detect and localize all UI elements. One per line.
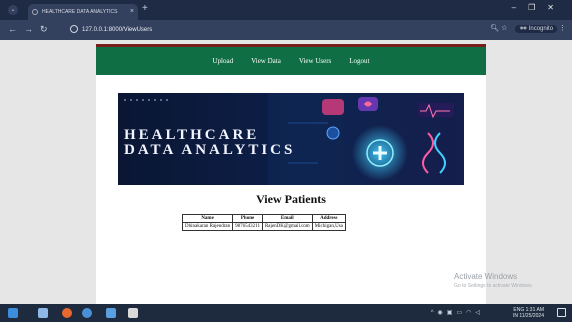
column-header-address: Address — [311, 214, 346, 223]
column-header-email: Email — [261, 214, 313, 223]
firefox-icon[interactable] — [62, 308, 72, 318]
back-icon[interactable]: ← — [8, 24, 17, 34]
zoom-icon[interactable]: 🔍︎ — [490, 25, 499, 32]
banner-title-line2: DATA ANALYTICS — [124, 142, 296, 158]
activate-windows-subtext: Go to Settings to activate Windows. — [454, 283, 533, 289]
system-tray-icons: ^◉▣▭◠◁ — [431, 309, 484, 316]
new-tab-icon[interactable]: + — [142, 3, 148, 14]
page-container: Upload View Data View Users Logout HEALT… — [96, 44, 486, 304]
tray-chevron-icon[interactable]: ^ — [431, 310, 438, 316]
browser-tab-bar: ⌄ HEALTHCARE DATA ANALYTICS × + –❐✕ — [0, 0, 572, 20]
nav-view-users[interactable]: View Users — [299, 57, 331, 65]
clock-date: 11/25/2024 — [519, 313, 544, 319]
clock-area[interactable]: ENG 1:31 AM IN 11/25/2024 — [513, 307, 544, 319]
tray-app2-icon[interactable]: ▣ — [447, 310, 457, 316]
page-title: View Patients — [256, 192, 326, 206]
nav-view-data[interactable]: View Data — [251, 57, 281, 65]
tray-app-icon[interactable]: ◉ — [438, 310, 447, 316]
cell-email: RajenDK@gmail.com — [261, 222, 313, 231]
chrome-icon[interactable] — [82, 308, 92, 318]
cell-phone: 9876543211 — [232, 222, 263, 231]
window-controls: –❐✕ — [512, 3, 566, 12]
address-bar-row: ← → ↻ 127.0.0.1:8000/ViewUsers 🔍︎ ☆ 🕶︎ I… — [0, 20, 572, 40]
browser-tab[interactable]: HEALTHCARE DATA ANALYTICS × — [28, 4, 138, 20]
tab-title: HEALTHCARE DATA ANALYTICS — [42, 9, 118, 15]
tab-close-icon[interactable]: × — [130, 4, 134, 20]
wifi-icon[interactable]: ◠ — [466, 310, 475, 316]
address-bar-actions: 🔍︎ ☆ 🕶︎ Incognito ⋮ — [490, 24, 566, 33]
terminal-icon[interactable] — [128, 308, 138, 318]
patients-table: Name Phone Email Address Dhinakaran Raje… — [181, 214, 346, 231]
banner-title: HEALTHCARE DATA ANALYTICS — [124, 128, 295, 158]
site-info-icon[interactable] — [70, 25, 78, 34]
main-navbar: Upload View Data View Users Logout — [96, 47, 486, 75]
task-view-icon[interactable] — [38, 308, 48, 318]
minimize-icon[interactable]: – — [512, 3, 528, 12]
table-header-row: Name Phone Email Address — [181, 214, 346, 223]
incognito-label: Incognito — [528, 26, 554, 32]
forward-icon[interactable]: → — [24, 24, 33, 34]
activate-windows-watermark: Activate Windows — [454, 272, 518, 281]
volume-icon[interactable]: ◁ — [475, 310, 484, 316]
battery-icon[interactable]: ▭ — [456, 310, 466, 316]
tab-favicon-icon — [32, 9, 38, 15]
hero-banner: HEALTHCARE DATA ANALYTICS — [118, 93, 464, 185]
maximize-icon[interactable]: ❐ — [528, 3, 547, 12]
url-field[interactable]: 127.0.0.1:8000/ViewUsers — [70, 24, 152, 36]
column-header-name: Name — [181, 214, 234, 223]
nav-logout[interactable]: Logout — [349, 57, 369, 65]
reload-icon[interactable]: ↻ — [40, 24, 48, 35]
incognito-icon: 🕶︎ — [519, 26, 528, 32]
nav-upload[interactable]: Upload — [213, 57, 234, 65]
taskbar: ^◉▣▭◠◁ ENG 1:31 AM IN 11/25/2024 — [0, 304, 572, 322]
browser-menu-icon[interactable]: ⋮ — [559, 25, 566, 32]
table-row: Dhinakaran Rajendran 9876543211 RajenDK@… — [181, 222, 346, 231]
column-header-phone: Phone — [232, 214, 263, 223]
page-viewport: Upload View Data View Users Logout HEALT… — [0, 40, 572, 304]
notification-icon[interactable] — [557, 308, 566, 317]
tab-search-chevron-icon[interactable]: ⌄ — [8, 5, 18, 15]
file-explorer-icon[interactable] — [106, 308, 116, 318]
url-text: 127.0.0.1:8000/ViewUsers — [82, 27, 153, 33]
windows-start-icon[interactable] — [8, 308, 18, 318]
region-code: IN — [512, 313, 518, 319]
cell-name: Dhinakaran Rajendran — [181, 222, 234, 231]
cell-address: Michigan,Usa — [311, 222, 346, 231]
bookmark-star-icon[interactable]: ☆ — [501, 25, 507, 32]
incognito-badge[interactable]: 🕶︎ Incognito — [515, 25, 558, 33]
banner-title-line1: HEALTHCARE — [124, 127, 260, 143]
close-window-icon[interactable]: ✕ — [547, 3, 566, 12]
